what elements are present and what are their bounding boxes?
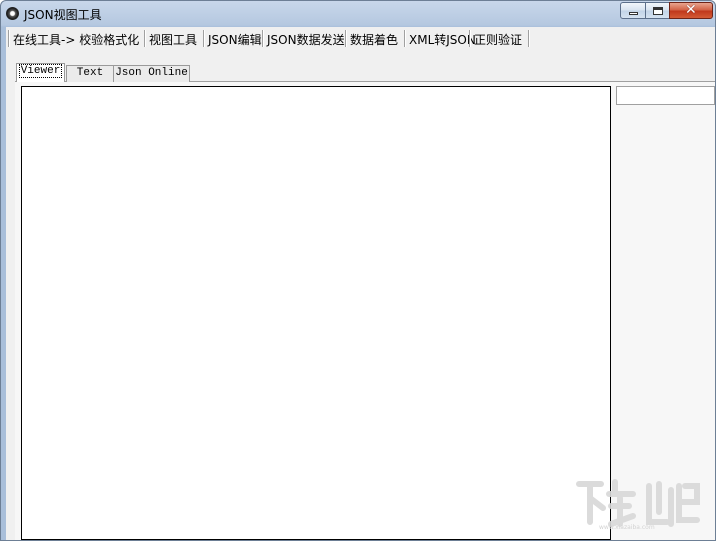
menu-separator xyxy=(8,30,10,47)
menu-item-view-tool[interactable]: 视图工具 xyxy=(149,31,197,48)
menu-separator xyxy=(528,30,530,47)
tab-json-online[interactable]: Json Online xyxy=(113,65,190,82)
menu-separator xyxy=(345,30,347,47)
minimize-icon xyxy=(629,12,638,15)
menu-bar: 在线工具-> 校验格式化 视图工具 JSON编辑 JSON数据发送 数据着色 X… xyxy=(6,27,715,51)
tab-text-label: Text xyxy=(76,67,104,79)
watermark-text: www.xiazaiba.com xyxy=(599,524,655,531)
menu-separator xyxy=(404,30,406,47)
menu-separator xyxy=(144,30,146,47)
menu-item-data-coloring[interactable]: 数据着色 xyxy=(350,31,398,48)
menu-item-json-send[interactable]: JSON数据发送 xyxy=(267,31,345,48)
client-area: 在线工具-> 校验格式化 视图工具 JSON编辑 JSON数据发送 数据着色 X… xyxy=(6,27,715,540)
menu-item-regex-validate[interactable]: 正则验证 xyxy=(474,31,522,48)
app-window: JSON视图工具 ✕ 在线工具-> 校验格式化 视图工具 JSON编辑 JSON… xyxy=(0,0,716,541)
side-search-input[interactable] xyxy=(616,86,715,105)
tab-viewer-label: Viewer xyxy=(18,64,63,78)
menu-separator xyxy=(203,30,205,47)
close-icon: ✕ xyxy=(685,2,697,18)
json-tree-viewer[interactable] xyxy=(21,86,611,540)
tab-json-online-label: Json Online xyxy=(115,67,188,79)
menu-item-json-edit[interactable]: JSON编辑 xyxy=(208,31,262,48)
window-title: JSON视图工具 xyxy=(24,8,102,22)
title-bar[interactable]: JSON视图工具 ✕ xyxy=(1,1,715,27)
menu-item-xml-to-json[interactable]: XML转JSON xyxy=(409,31,476,48)
menu-separator xyxy=(469,30,471,47)
maximize-icon xyxy=(653,7,663,15)
close-button[interactable]: ✕ xyxy=(669,2,713,19)
download-site-watermark-icon: www.xiazaiba.com xyxy=(576,479,700,531)
tab-text[interactable]: Text xyxy=(66,65,114,82)
menu-separator xyxy=(262,30,264,47)
menu-item-online-validate-format[interactable]: 在线工具-> 校验格式化 xyxy=(13,31,139,48)
minimize-button[interactable] xyxy=(620,2,646,19)
tab-viewer[interactable]: Viewer xyxy=(16,63,65,82)
app-icon[interactable] xyxy=(6,7,19,20)
maximize-button[interactable] xyxy=(645,2,670,19)
